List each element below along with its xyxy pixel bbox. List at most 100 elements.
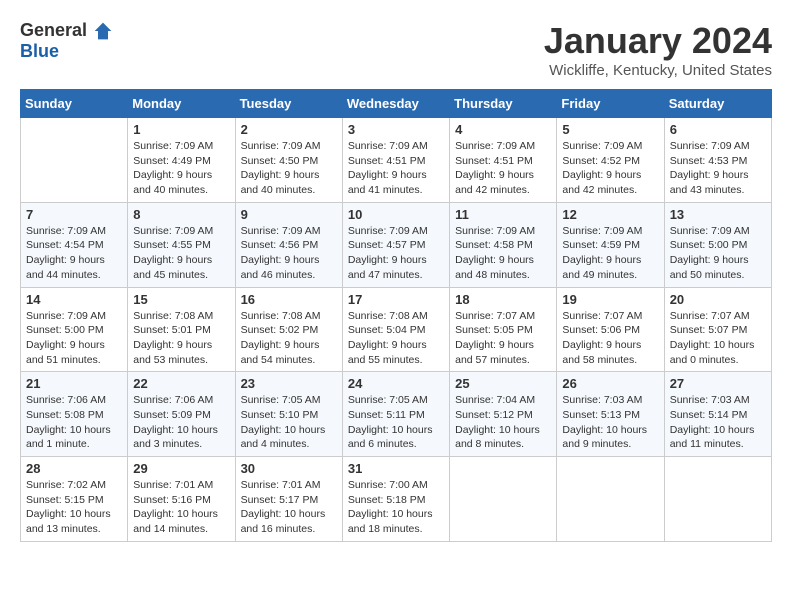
day-number: 14 (26, 292, 122, 307)
daylight-text: Daylight: 10 hours and 11 minutes. (670, 423, 766, 452)
daylight-text: Daylight: 9 hours and 46 minutes. (241, 253, 337, 282)
daylight-text: Daylight: 10 hours and 18 minutes. (348, 507, 444, 536)
daylight-text: Daylight: 9 hours and 51 minutes. (26, 338, 122, 367)
day-number: 10 (348, 207, 444, 222)
daylight-text: Daylight: 9 hours and 53 minutes. (133, 338, 229, 367)
sunrise-text: Sunrise: 7:09 AM (670, 224, 766, 239)
calendar-cell: 31Sunrise: 7:00 AMSunset: 5:18 PMDayligh… (342, 457, 449, 542)
sunset-text: Sunset: 5:00 PM (26, 323, 122, 338)
calendar-cell: 3Sunrise: 7:09 AMSunset: 4:51 PMDaylight… (342, 118, 449, 203)
daylight-text: Daylight: 10 hours and 1 minute. (26, 423, 122, 452)
daylight-text: Daylight: 10 hours and 0 minutes. (670, 338, 766, 367)
sunrise-text: Sunrise: 7:03 AM (670, 393, 766, 408)
daylight-text: Daylight: 10 hours and 3 minutes. (133, 423, 229, 452)
sunset-text: Sunset: 4:51 PM (455, 154, 551, 169)
calendar-cell: 7Sunrise: 7:09 AMSunset: 4:54 PMDaylight… (21, 202, 128, 287)
day-info: Sunrise: 7:09 AMSunset: 4:59 PMDaylight:… (562, 224, 658, 283)
calendar-table: Sunday Monday Tuesday Wednesday Thursday… (20, 89, 772, 542)
day-number: 21 (26, 376, 122, 391)
daylight-text: Daylight: 9 hours and 40 minutes. (133, 168, 229, 197)
day-number: 29 (133, 461, 229, 476)
day-number: 19 (562, 292, 658, 307)
sunset-text: Sunset: 5:17 PM (241, 493, 337, 508)
day-number: 5 (562, 122, 658, 137)
sunrise-text: Sunrise: 7:09 AM (455, 139, 551, 154)
sunrise-text: Sunrise: 7:09 AM (241, 139, 337, 154)
daylight-text: Daylight: 9 hours and 41 minutes. (348, 168, 444, 197)
calendar-cell (450, 457, 557, 542)
day-number: 24 (348, 376, 444, 391)
day-info: Sunrise: 7:07 AMSunset: 5:07 PMDaylight:… (670, 309, 766, 368)
day-info: Sunrise: 7:09 AMSunset: 4:58 PMDaylight:… (455, 224, 551, 283)
sunrise-text: Sunrise: 7:01 AM (133, 478, 229, 493)
daylight-text: Daylight: 10 hours and 6 minutes. (348, 423, 444, 452)
sunset-text: Sunset: 4:50 PM (241, 154, 337, 169)
header-saturday: Saturday (664, 90, 771, 118)
day-info: Sunrise: 7:09 AMSunset: 5:00 PMDaylight:… (26, 309, 122, 368)
sunset-text: Sunset: 5:07 PM (670, 323, 766, 338)
calendar-cell: 16Sunrise: 7:08 AMSunset: 5:02 PMDayligh… (235, 287, 342, 372)
sunrise-text: Sunrise: 7:09 AM (348, 139, 444, 154)
daylight-text: Daylight: 9 hours and 50 minutes. (670, 253, 766, 282)
day-info: Sunrise: 7:08 AMSunset: 5:01 PMDaylight:… (133, 309, 229, 368)
month-title: January 2024 (544, 20, 772, 62)
day-number: 26 (562, 376, 658, 391)
sunrise-text: Sunrise: 7:08 AM (133, 309, 229, 324)
day-number: 17 (348, 292, 444, 307)
calendar-cell: 8 Sunrise: 7:09 AMSunset: 4:55 PMDaylight… (128, 202, 235, 287)
day-info: Sunrise: 7:09 AMSunset: 4:50 PMDaylight:… (241, 139, 337, 198)
week-row-5: 28Sunrise: 7:02 AMSunset: 5:15 PMDayligh… (21, 457, 772, 542)
sunset-text: Sunset: 5:08 PM (26, 408, 122, 423)
day-number: 27 (670, 376, 766, 391)
day-number: 28 (26, 461, 122, 476)
day-info: Sunrise: 7:09 AMSunset: 4:52 PMDaylight:… (562, 139, 658, 198)
calendar-cell: 22Sunrise: 7:06 AMSunset: 5:09 PMDayligh… (128, 372, 235, 457)
day-number: 13 (670, 207, 766, 222)
day-number: 4 (455, 122, 551, 137)
day-info: Sunrise: 7:09 AMSunset: 4:54 PMDaylight:… (26, 224, 122, 283)
day-info: Sunrise: 7:05 AMSunset: 5:11 PMDaylight:… (348, 393, 444, 452)
day-info: Sunrise: 7:09 AMSunset: 5:00 PMDaylight:… (670, 224, 766, 283)
day-number: 8 (133, 207, 229, 222)
day-info: Sunrise: 7:00 AMSunset: 5:18 PMDaylight:… (348, 478, 444, 537)
calendar-cell: 6Sunrise: 7:09 AMSunset: 4:53 PMDaylight… (664, 118, 771, 203)
calendar-cell: 5 Sunrise: 7:09 AMSunset: 4:52 PMDaylight… (557, 118, 664, 203)
calendar-cell: 18Sunrise: 7:07 AMSunset: 5:05 PMDayligh… (450, 287, 557, 372)
calendar-cell: 4Sunrise: 7:09 AMSunset: 4:51 PMDaylight… (450, 118, 557, 203)
day-number: 3 (348, 122, 444, 137)
day-info: Sunrise: 7:08 AMSunset: 5:04 PMDaylight:… (348, 309, 444, 368)
logo: General Blue (20, 20, 113, 62)
day-info: Sunrise: 7:09 AMSunset: 4:55 PMDaylight:… (133, 224, 229, 283)
daylight-text: Daylight: 10 hours and 14 minutes. (133, 507, 229, 536)
calendar-cell: 2Sunrise: 7:09 AMSunset: 4:50 PMDaylight… (235, 118, 342, 203)
sunset-text: Sunset: 5:15 PM (26, 493, 122, 508)
day-number: 15 (133, 292, 229, 307)
sunrise-text: Sunrise: 7:06 AM (133, 393, 229, 408)
sunset-text: Sunset: 5:04 PM (348, 323, 444, 338)
sunset-text: Sunset: 4:52 PM (562, 154, 658, 169)
day-info: Sunrise: 7:06 AMSunset: 5:09 PMDaylight:… (133, 393, 229, 452)
sunset-text: Sunset: 4:49 PM (133, 154, 229, 169)
sunrise-text: Sunrise: 7:07 AM (455, 309, 551, 324)
day-number: 11 (455, 207, 551, 222)
day-info: Sunrise: 7:09 AMSunset: 4:57 PMDaylight:… (348, 224, 444, 283)
sunset-text: Sunset: 5:05 PM (455, 323, 551, 338)
calendar-cell: 23Sunrise: 7:05 AMSunset: 5:10 PMDayligh… (235, 372, 342, 457)
week-row-3: 14 Sunrise: 7:09 AMSunset: 5:00 PMDayligh… (21, 287, 772, 372)
daylight-text: Daylight: 9 hours and 57 minutes. (455, 338, 551, 367)
calendar-cell: 17 Sunrise: 7:08 AMSunset: 5:04 PMDayligh… (342, 287, 449, 372)
calendar-cell: 28Sunrise: 7:02 AMSunset: 5:15 PMDayligh… (21, 457, 128, 542)
location-text: Wickliffe, Kentucky, United States (544, 62, 772, 79)
daylight-text: Daylight: 9 hours and 47 minutes. (348, 253, 444, 282)
daylight-text: Daylight: 9 hours and 43 minutes. (670, 168, 766, 197)
day-number: 16 (241, 292, 337, 307)
logo-general-text: General (20, 20, 87, 41)
header-monday: Monday (128, 90, 235, 118)
day-info: Sunrise: 7:06 AMSunset: 5:08 PMDaylight:… (26, 393, 122, 452)
sunset-text: Sunset: 5:02 PM (241, 323, 337, 338)
sunset-text: Sunset: 4:53 PM (670, 154, 766, 169)
calendar-cell: 9Sunrise: 7:09 AMSunset: 4:56 PMDaylight… (235, 202, 342, 287)
daylight-text: Daylight: 10 hours and 8 minutes. (455, 423, 551, 452)
calendar-cell: 27Sunrise: 7:03 AMSunset: 5:14 PMDayligh… (664, 372, 771, 457)
sunrise-text: Sunrise: 7:05 AM (348, 393, 444, 408)
